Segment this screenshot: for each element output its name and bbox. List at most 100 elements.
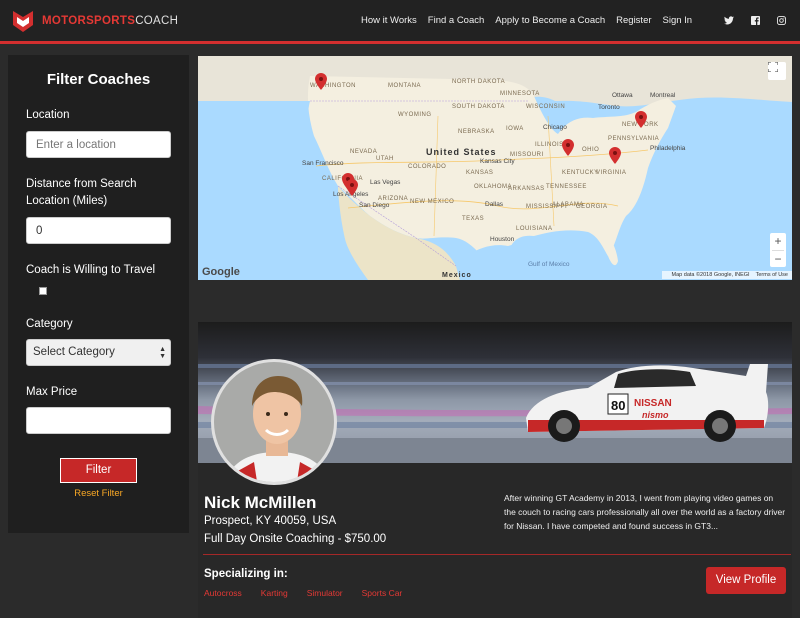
map-state-pennsylvania: PENNSYLVANIA bbox=[608, 136, 660, 142]
map-city-chicago: Chicago bbox=[543, 124, 567, 131]
reset-filter-link[interactable]: Reset Filter bbox=[8, 488, 189, 499]
map-pin-marker-icon[interactable] bbox=[609, 147, 621, 164]
map-state-texas: TEXAS bbox=[462, 216, 485, 222]
map-pin-marker-icon[interactable] bbox=[635, 111, 647, 128]
map-label-united-states: United States bbox=[426, 147, 497, 157]
map-state-kansas: KANSAS bbox=[466, 170, 494, 176]
location-input[interactable] bbox=[26, 131, 171, 158]
specialty-karting[interactable]: Karting bbox=[261, 588, 288, 598]
map-state-tennessee: TENNESSEE bbox=[546, 184, 587, 190]
map-city-montreal: Montreal bbox=[650, 92, 676, 99]
map-state-mississippi: MISSISSIPPI bbox=[526, 204, 568, 210]
distance-label: Distance from Search Location (Miles) bbox=[26, 178, 137, 207]
map-state-north-dakota: NORTH DAKOTA bbox=[452, 79, 506, 85]
map-state-nevada: NEVADA bbox=[350, 149, 378, 155]
car-number: 80 bbox=[611, 398, 625, 413]
distance-input[interactable] bbox=[26, 217, 171, 244]
map-state-ohio: OHIO bbox=[582, 147, 600, 153]
coach-map[interactable]: United States Mexico San Francisco Las V… bbox=[198, 56, 792, 280]
specialty-simulator[interactable]: Simulator bbox=[307, 588, 343, 598]
travel-checkbox[interactable] bbox=[39, 287, 47, 295]
main-nav: How it Works Find a Coach Apply to Becom… bbox=[361, 15, 703, 26]
coach-price: Full Day Onsite Coaching - $750.00 bbox=[204, 533, 387, 545]
specialty-sports-car[interactable]: Sports Car bbox=[362, 588, 403, 598]
map-city-san-diego: San Diego bbox=[359, 202, 390, 209]
logo-wordmark: MOTORSPORTSCOACH bbox=[42, 15, 179, 27]
specialties-list: Autocross Karting Simulator Sports Car bbox=[204, 588, 421, 598]
category-select[interactable]: Select Category ▲ ▼ bbox=[26, 339, 171, 366]
facebook-icon[interactable] bbox=[748, 13, 762, 27]
map-city-philadelphia: Philadelphia bbox=[650, 145, 686, 152]
social-links bbox=[722, 13, 800, 27]
map-zoom-out-button[interactable]: − bbox=[770, 251, 786, 268]
map-data-credit: Map data ©2018 Google, INEGI bbox=[671, 272, 750, 278]
site-logo[interactable]: MOTORSPORTSCOACH bbox=[10, 8, 178, 34]
map-state-wisconsin: WISCONSIN bbox=[526, 104, 566, 110]
map-pin-marker-icon[interactable] bbox=[346, 179, 358, 196]
nav-sign-in[interactable]: Sign In bbox=[663, 15, 693, 26]
location-label: Location bbox=[26, 109, 70, 121]
map-city-dallas: Dallas bbox=[485, 201, 504, 208]
map-state-louisiana: LOUISIANA bbox=[516, 226, 553, 232]
google-logo[interactable]: Google bbox=[202, 266, 240, 278]
map-city-houston: Houston bbox=[490, 236, 515, 243]
travel-label: Coach is Willing to Travel bbox=[26, 264, 156, 276]
coach-bio: After winning GT Academy in 2013, I went… bbox=[504, 493, 786, 531]
nav-how-it-works[interactable]: How it Works bbox=[361, 15, 417, 26]
map-state-utah: UTAH bbox=[376, 156, 394, 162]
map-state-kentucky: KENTUCKY bbox=[562, 170, 599, 176]
map-state-virginia: VIRGINIA bbox=[596, 170, 627, 176]
map-state-arkansas: ARKANSAS bbox=[508, 186, 545, 192]
car-brand: NISSAN bbox=[634, 398, 672, 409]
specialty-autocross[interactable]: Autocross bbox=[204, 588, 242, 598]
map-state-missouri: MISSOURI bbox=[510, 152, 544, 158]
map-state-illinois: ILLINOIS bbox=[535, 142, 564, 148]
site-header: MOTORSPORTSCOACH How it Works Find a Coa… bbox=[0, 0, 800, 44]
filter-sidebar: Filter Coaches Location Distance from Se… bbox=[8, 55, 189, 533]
view-profile-button[interactable]: View Profile bbox=[706, 567, 786, 594]
map-city-las-vegas: Las Vegas bbox=[370, 179, 401, 186]
map-city-san-francisco: San Francisco bbox=[302, 160, 344, 167]
map-city-ottawa: Ottawa bbox=[612, 92, 633, 99]
coach-portrait-image bbox=[225, 376, 329, 482]
logo-shield-icon bbox=[13, 11, 33, 32]
map-fullscreen-button[interactable] bbox=[768, 62, 786, 80]
nav-apply-coach[interactable]: Apply to Become a Coach bbox=[495, 15, 605, 26]
map-pin-marker-icon[interactable] bbox=[562, 139, 574, 156]
map-zoom-control: + − bbox=[770, 233, 786, 267]
car-sub-brand: nismo bbox=[642, 410, 669, 420]
twitter-icon[interactable] bbox=[722, 13, 736, 27]
card-divider bbox=[203, 554, 791, 555]
map-state-wyoming: WYOMING bbox=[398, 112, 432, 118]
map-terms-link[interactable]: Terms of Use bbox=[756, 272, 788, 278]
max-price-label: Max Price bbox=[26, 386, 78, 398]
map-pin-marker-icon[interactable] bbox=[315, 73, 327, 90]
fullscreen-icon bbox=[768, 62, 778, 72]
map-city-toronto: Toronto bbox=[598, 104, 620, 111]
coach-card: 80 NISSAN nismo Nick McMillen Prospect, … bbox=[198, 322, 792, 618]
coach-name[interactable]: Nick McMillen bbox=[204, 493, 316, 513]
map-state-minnesota: MINNESOTA bbox=[500, 91, 540, 97]
nav-find-a-coach[interactable]: Find a Coach bbox=[428, 15, 485, 26]
map-state-iowa: IOWA bbox=[506, 126, 524, 132]
filter-button[interactable]: Filter bbox=[60, 458, 137, 483]
map-state-nebraska: NEBRASKA bbox=[458, 129, 495, 135]
map-state-montana: MONTANA bbox=[388, 83, 422, 89]
instagram-icon[interactable] bbox=[774, 13, 788, 27]
category-select-value: Select Category bbox=[33, 346, 115, 358]
category-label: Category bbox=[26, 318, 73, 330]
coach-avatar[interactable] bbox=[211, 359, 337, 485]
map-state-south-dakota: SOUTH DAKOTA bbox=[452, 104, 505, 110]
map-state-colorado: COLORADO bbox=[408, 164, 447, 170]
select-arrows-icon: ▲ ▼ bbox=[159, 346, 166, 360]
map-state-arizona: ARIZONA bbox=[378, 196, 409, 202]
map-zoom-in-button[interactable]: + bbox=[770, 233, 786, 250]
map-attribution: Map data ©2018 Google, INEGI Terms of Use bbox=[661, 271, 792, 279]
map-label-mexico: Mexico bbox=[442, 272, 472, 279]
max-price-input[interactable] bbox=[26, 407, 171, 434]
specializing-label: Specializing in: bbox=[204, 568, 288, 580]
map-land-shape bbox=[198, 56, 792, 280]
nav-register[interactable]: Register bbox=[616, 15, 651, 26]
map-city-kansas-city: Kansas City bbox=[480, 158, 515, 165]
map-state-new-mexico: NEW MEXICO bbox=[410, 199, 455, 205]
